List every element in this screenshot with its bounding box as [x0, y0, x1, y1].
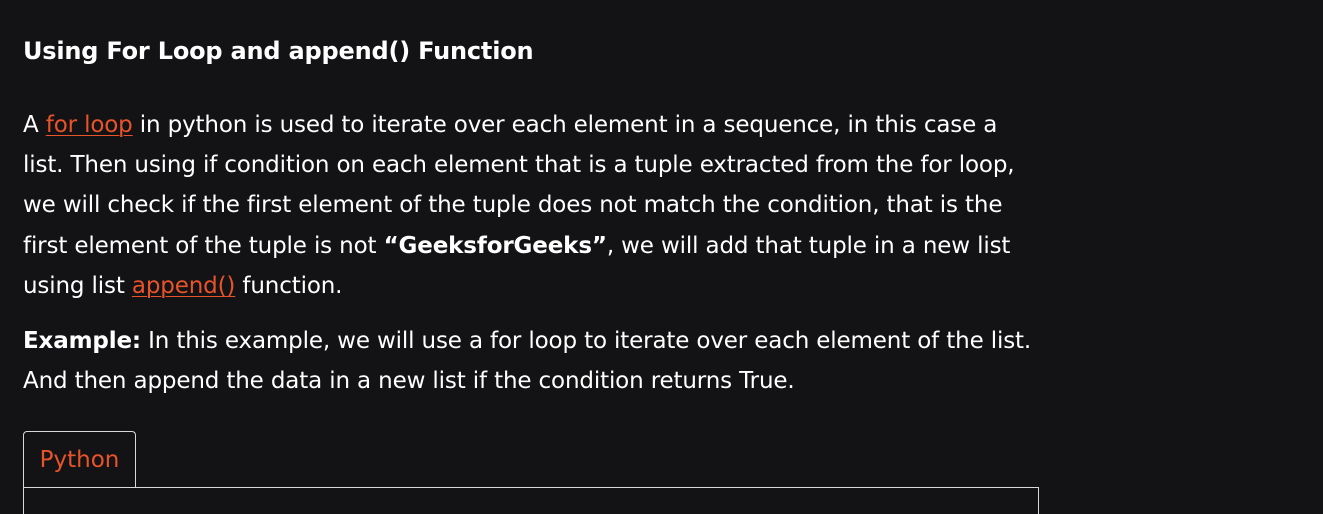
append-link[interactable]: append() [132, 273, 236, 299]
section-heading: Using For Loop and append() Function [23, 37, 534, 65]
for-loop-link[interactable]: for loop [46, 112, 133, 138]
paragraph-text-3: function. [235, 272, 343, 299]
tab-python[interactable]: Python [23, 431, 136, 487]
description-paragraph: A for loop in python is used to iterate … [23, 105, 1033, 306]
code-block [23, 487, 1039, 514]
example-label: Example: [23, 328, 141, 354]
paragraph-prefix: A [23, 112, 46, 138]
example-paragraph: Example: In this example, we will use a … [23, 321, 1043, 401]
geeksforgeeks-bold: “GeeksforGeeks” [383, 232, 607, 259]
example-text: In this example, we will use a for loop … [23, 328, 1032, 394]
